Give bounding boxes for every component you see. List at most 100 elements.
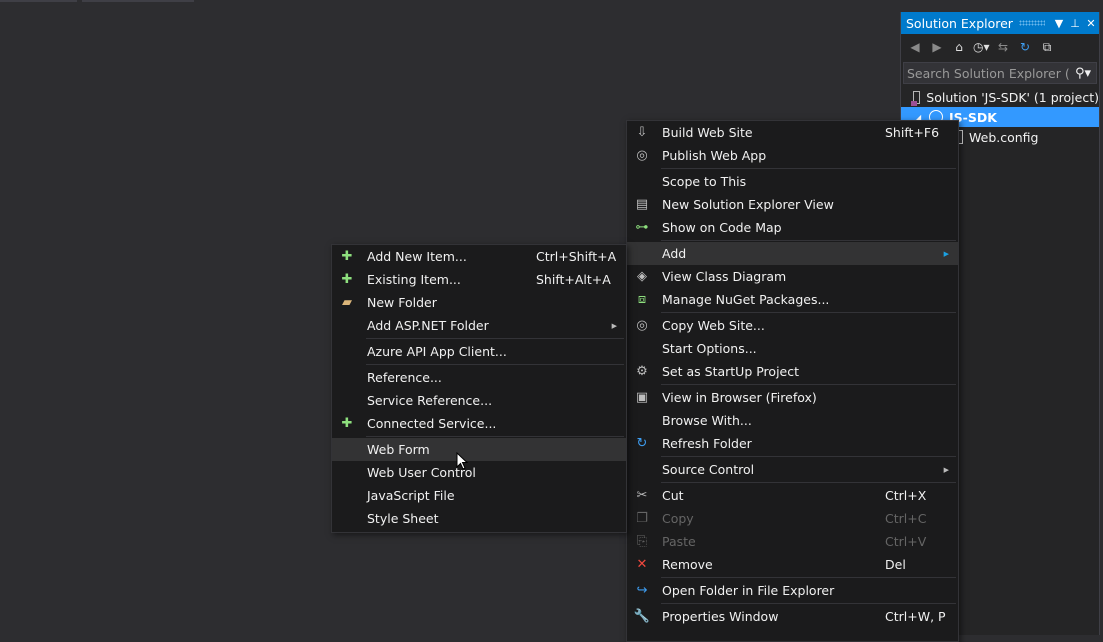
menu-item-style-sheet[interactable]: Style Sheet	[332, 507, 626, 530]
menu-item-label: Web Form	[367, 442, 430, 457]
menu-item-add[interactable]: Add ▶	[627, 242, 958, 265]
menu-item-existing-item[interactable]: ✚ Existing Item... Shift+Alt+A	[332, 268, 626, 291]
collapse-all-icon[interactable]: ⧉	[1039, 40, 1055, 55]
menu-item-label: Azure API App Client...	[367, 344, 507, 359]
home-icon[interactable]: ⌂	[951, 40, 967, 54]
menu-separator	[366, 364, 624, 365]
menu-item-show-on-code-map[interactable]: ⊶ Show on Code Map	[627, 216, 958, 239]
menu-item-new-solution-explorer-view[interactable]: ▤ New Solution Explorer View	[627, 193, 958, 216]
tree-item-label: Web.config	[969, 129, 1039, 145]
solution-icon	[910, 90, 921, 106]
menu-item-scope-to-this[interactable]: Scope to This	[627, 170, 958, 193]
menu-item-label: Add	[662, 246, 687, 261]
menu-item-label: Show on Code Map	[662, 220, 782, 235]
paste-icon: ⎘	[636, 534, 648, 549]
tree-item-solution[interactable]: Solution 'JS-SDK' (1 project)	[901, 87, 1099, 107]
pending-changes-filter-icon[interactable]: ◷▾	[973, 40, 990, 54]
nuget-icon: ⧈	[637, 292, 647, 307]
search-input[interactable]: Search Solution Explorer (C	[907, 66, 1070, 81]
menu-separator	[661, 482, 956, 483]
tree-item-label: Solution 'JS-SDK' (1 project)	[926, 89, 1099, 105]
menu-item-refresh-folder[interactable]: ↻ Refresh Folder	[627, 432, 958, 455]
menu-item-label: Connected Service...	[367, 416, 497, 431]
menu-item-web-user-control[interactable]: Web User Control	[332, 461, 626, 484]
forward-icon[interactable]: ▶	[929, 40, 945, 54]
menu-separator	[366, 338, 624, 339]
code-map-icon: ⊶	[635, 220, 649, 235]
menu-item-properties-window[interactable]: 🔧 Properties Window Ctrl+W, P	[627, 605, 958, 628]
menu-item-view-in-browser-firefox[interactable]: ▣ View in Browser (Firefox)	[627, 386, 958, 409]
menu-item-label: Properties Window	[662, 609, 779, 624]
solution-explorer-titlebar: Solution Explorer ▼ ⊥ ✕	[901, 12, 1099, 34]
submenu-arrow-icon: ▶	[943, 465, 949, 474]
menu-item-new-folder[interactable]: ▰ New Folder	[332, 291, 626, 314]
submenu-arrow-icon: ▶	[943, 249, 949, 258]
menu-item-connected-service[interactable]: ✚ Connected Service...	[332, 412, 626, 435]
publish-globe-icon: ◎	[636, 148, 648, 163]
build-icon: ⇩	[636, 125, 648, 140]
menu-item-label: Copy	[662, 511, 694, 526]
open-folder-icon: ↪	[636, 583, 648, 598]
menu-item-label: Web User Control	[367, 465, 476, 480]
menu-item-start-options[interactable]: Start Options...	[627, 337, 958, 360]
menu-item-manage-nuget-packages[interactable]: ⧈ Manage NuGet Packages...	[627, 288, 958, 311]
add-existing-item-icon: ✚	[341, 272, 353, 287]
menu-item-shortcut: Ctrl+X	[885, 488, 927, 503]
menu-item-label: Open Folder in File Explorer	[662, 583, 835, 598]
close-icon[interactable]: ✕	[1083, 17, 1099, 30]
pin-icon[interactable]: ⊥	[1067, 17, 1083, 30]
menu-item-label: Copy Web Site...	[662, 318, 765, 333]
menu-item-label: Reference...	[367, 370, 442, 385]
scissors-icon: ✂	[636, 488, 648, 503]
tab-stub	[0, 0, 77, 2]
menu-item-set-as-startup-project[interactable]: ⚙ Set as StartUp Project	[627, 360, 958, 383]
menu-item-remove[interactable]: ✕ Remove Del	[627, 553, 958, 576]
menu-item-label: Build Web Site	[662, 125, 753, 140]
menu-item-build-web-site[interactable]: ⇩ Build Web Site Shift+F6	[627, 121, 958, 144]
menu-item-add-asp-net-folder[interactable]: Add ASP.NET Folder ▶	[332, 314, 626, 337]
menu-separator	[661, 577, 956, 578]
menu-separator	[661, 603, 956, 604]
menu-item-cut[interactable]: ✂ Cut Ctrl+X	[627, 484, 958, 507]
copy-icon: ❐	[636, 511, 648, 526]
menu-item-open-folder-in-file-explorer[interactable]: ↪ Open Folder in File Explorer	[627, 579, 958, 602]
menu-item-web-form[interactable]: Web Form	[332, 438, 626, 461]
tab-stub	[82, 0, 194, 2]
menu-item-browse-with[interactable]: Browse With...	[627, 409, 958, 432]
sync-icon[interactable]: ⇆	[995, 40, 1011, 54]
menu-separator	[661, 240, 956, 241]
menu-item-label: Style Sheet	[367, 511, 439, 526]
menu-item-copy-web-site[interactable]: ◎ Copy Web Site...	[627, 314, 958, 337]
menu-item-label: Add New Item...	[367, 249, 467, 264]
menu-item-source-control[interactable]: Source Control ▶	[627, 458, 958, 481]
menu-item-service-reference[interactable]: Service Reference...	[332, 389, 626, 412]
menu-item-view-class-diagram[interactable]: ◈ View Class Diagram	[627, 265, 958, 288]
menu-item-label: Existing Item...	[367, 272, 461, 287]
menu-item-label: Start Options...	[662, 341, 757, 356]
search-box[interactable]: Search Solution Explorer (C ⚲▾	[903, 62, 1097, 84]
drag-grip[interactable]	[1018, 20, 1045, 26]
mouse-cursor-icon	[456, 452, 469, 470]
submenu-arrow-icon: ▶	[611, 321, 617, 330]
back-icon[interactable]: ◀	[907, 40, 923, 54]
menu-item-shortcut: Ctrl+C	[885, 511, 927, 526]
menu-separator	[661, 456, 956, 457]
add-submenu: ✚ Add New Item... Ctrl+Shift+A ✚ Existing It…	[331, 244, 627, 533]
menu-item-shortcut: Ctrl+W, P	[885, 609, 946, 624]
menu-item-add-new-item[interactable]: ✚ Add New Item... Ctrl+Shift+A	[332, 245, 626, 268]
menu-item-label: Set as StartUp Project	[662, 364, 800, 379]
menu-item-javascript-file[interactable]: JavaScript File	[332, 484, 626, 507]
menu-item-label: JavaScript File	[367, 488, 455, 503]
menu-item-publish-web-app[interactable]: ◎ Publish Web App	[627, 144, 958, 167]
menu-item-copy: ❐ Copy Ctrl+C	[627, 507, 958, 530]
menu-item-label: View Class Diagram	[662, 269, 787, 284]
new-view-icon: ▤	[635, 197, 649, 212]
menu-item-reference[interactable]: Reference...	[332, 366, 626, 389]
search-icon[interactable]: ⚲▾	[1070, 66, 1096, 81]
refresh-icon: ↻	[636, 436, 648, 451]
menu-item-label: Refresh Folder	[662, 436, 752, 451]
refresh-icon[interactable]: ↻	[1017, 40, 1033, 54]
window-position-dropdown-icon[interactable]: ▼	[1051, 17, 1067, 30]
menu-item-azure-api-app-client[interactable]: Azure API App Client...	[332, 340, 626, 363]
menu-item-label: View in Browser (Firefox)	[662, 390, 817, 405]
